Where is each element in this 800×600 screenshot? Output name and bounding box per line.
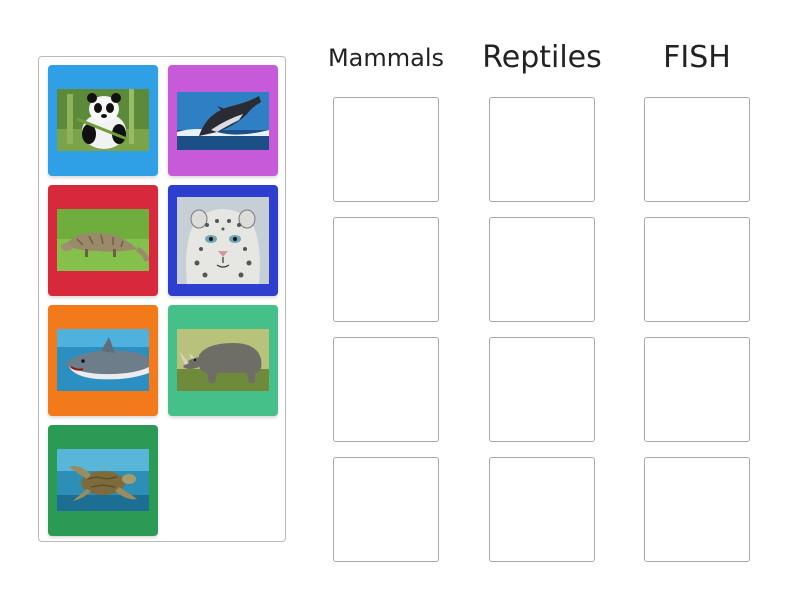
reptiles-drop-slot[interactable]	[489, 457, 595, 562]
reptiles-drop-slot[interactable]	[489, 217, 595, 322]
mammals-drop-slot[interactable]	[333, 97, 439, 202]
fish-drop-slot[interactable]	[644, 217, 750, 322]
fish-drop-slot[interactable]	[644, 337, 750, 442]
mammals-drop-slot[interactable]	[333, 217, 439, 322]
card-panda[interactable]	[48, 65, 158, 176]
reptiles-drop-slot[interactable]	[489, 337, 595, 442]
whale-photo-icon	[177, 92, 269, 150]
card-tray	[38, 56, 286, 542]
column-heading-reptiles: Reptiles	[482, 40, 602, 75]
panda-photo-icon	[57, 89, 149, 151]
card-whale[interactable]	[168, 65, 278, 176]
mammals-drop-slot[interactable]	[333, 457, 439, 562]
sea-turtle-photo-icon	[57, 449, 149, 511]
column-heading-mammals: Mammals	[327, 44, 445, 72]
card-rhino[interactable]	[168, 305, 278, 416]
card-shark[interactable]	[48, 305, 158, 416]
reptiles-drop-slot[interactable]	[489, 97, 595, 202]
rhino-photo-icon	[177, 329, 269, 391]
card-snow-leopard[interactable]	[168, 185, 278, 296]
mammals-drop-slot[interactable]	[333, 337, 439, 442]
pangolin-photo-icon	[57, 209, 149, 271]
shark-photo-icon	[57, 329, 149, 391]
snow-leopard-photo-icon	[177, 197, 269, 284]
card-sea-turtle[interactable]	[48, 425, 158, 536]
fish-drop-slot[interactable]	[644, 457, 750, 562]
column-heading-fish: FISH	[663, 40, 731, 75]
card-pangolin[interactable]	[48, 185, 158, 296]
fish-drop-slot[interactable]	[644, 97, 750, 202]
